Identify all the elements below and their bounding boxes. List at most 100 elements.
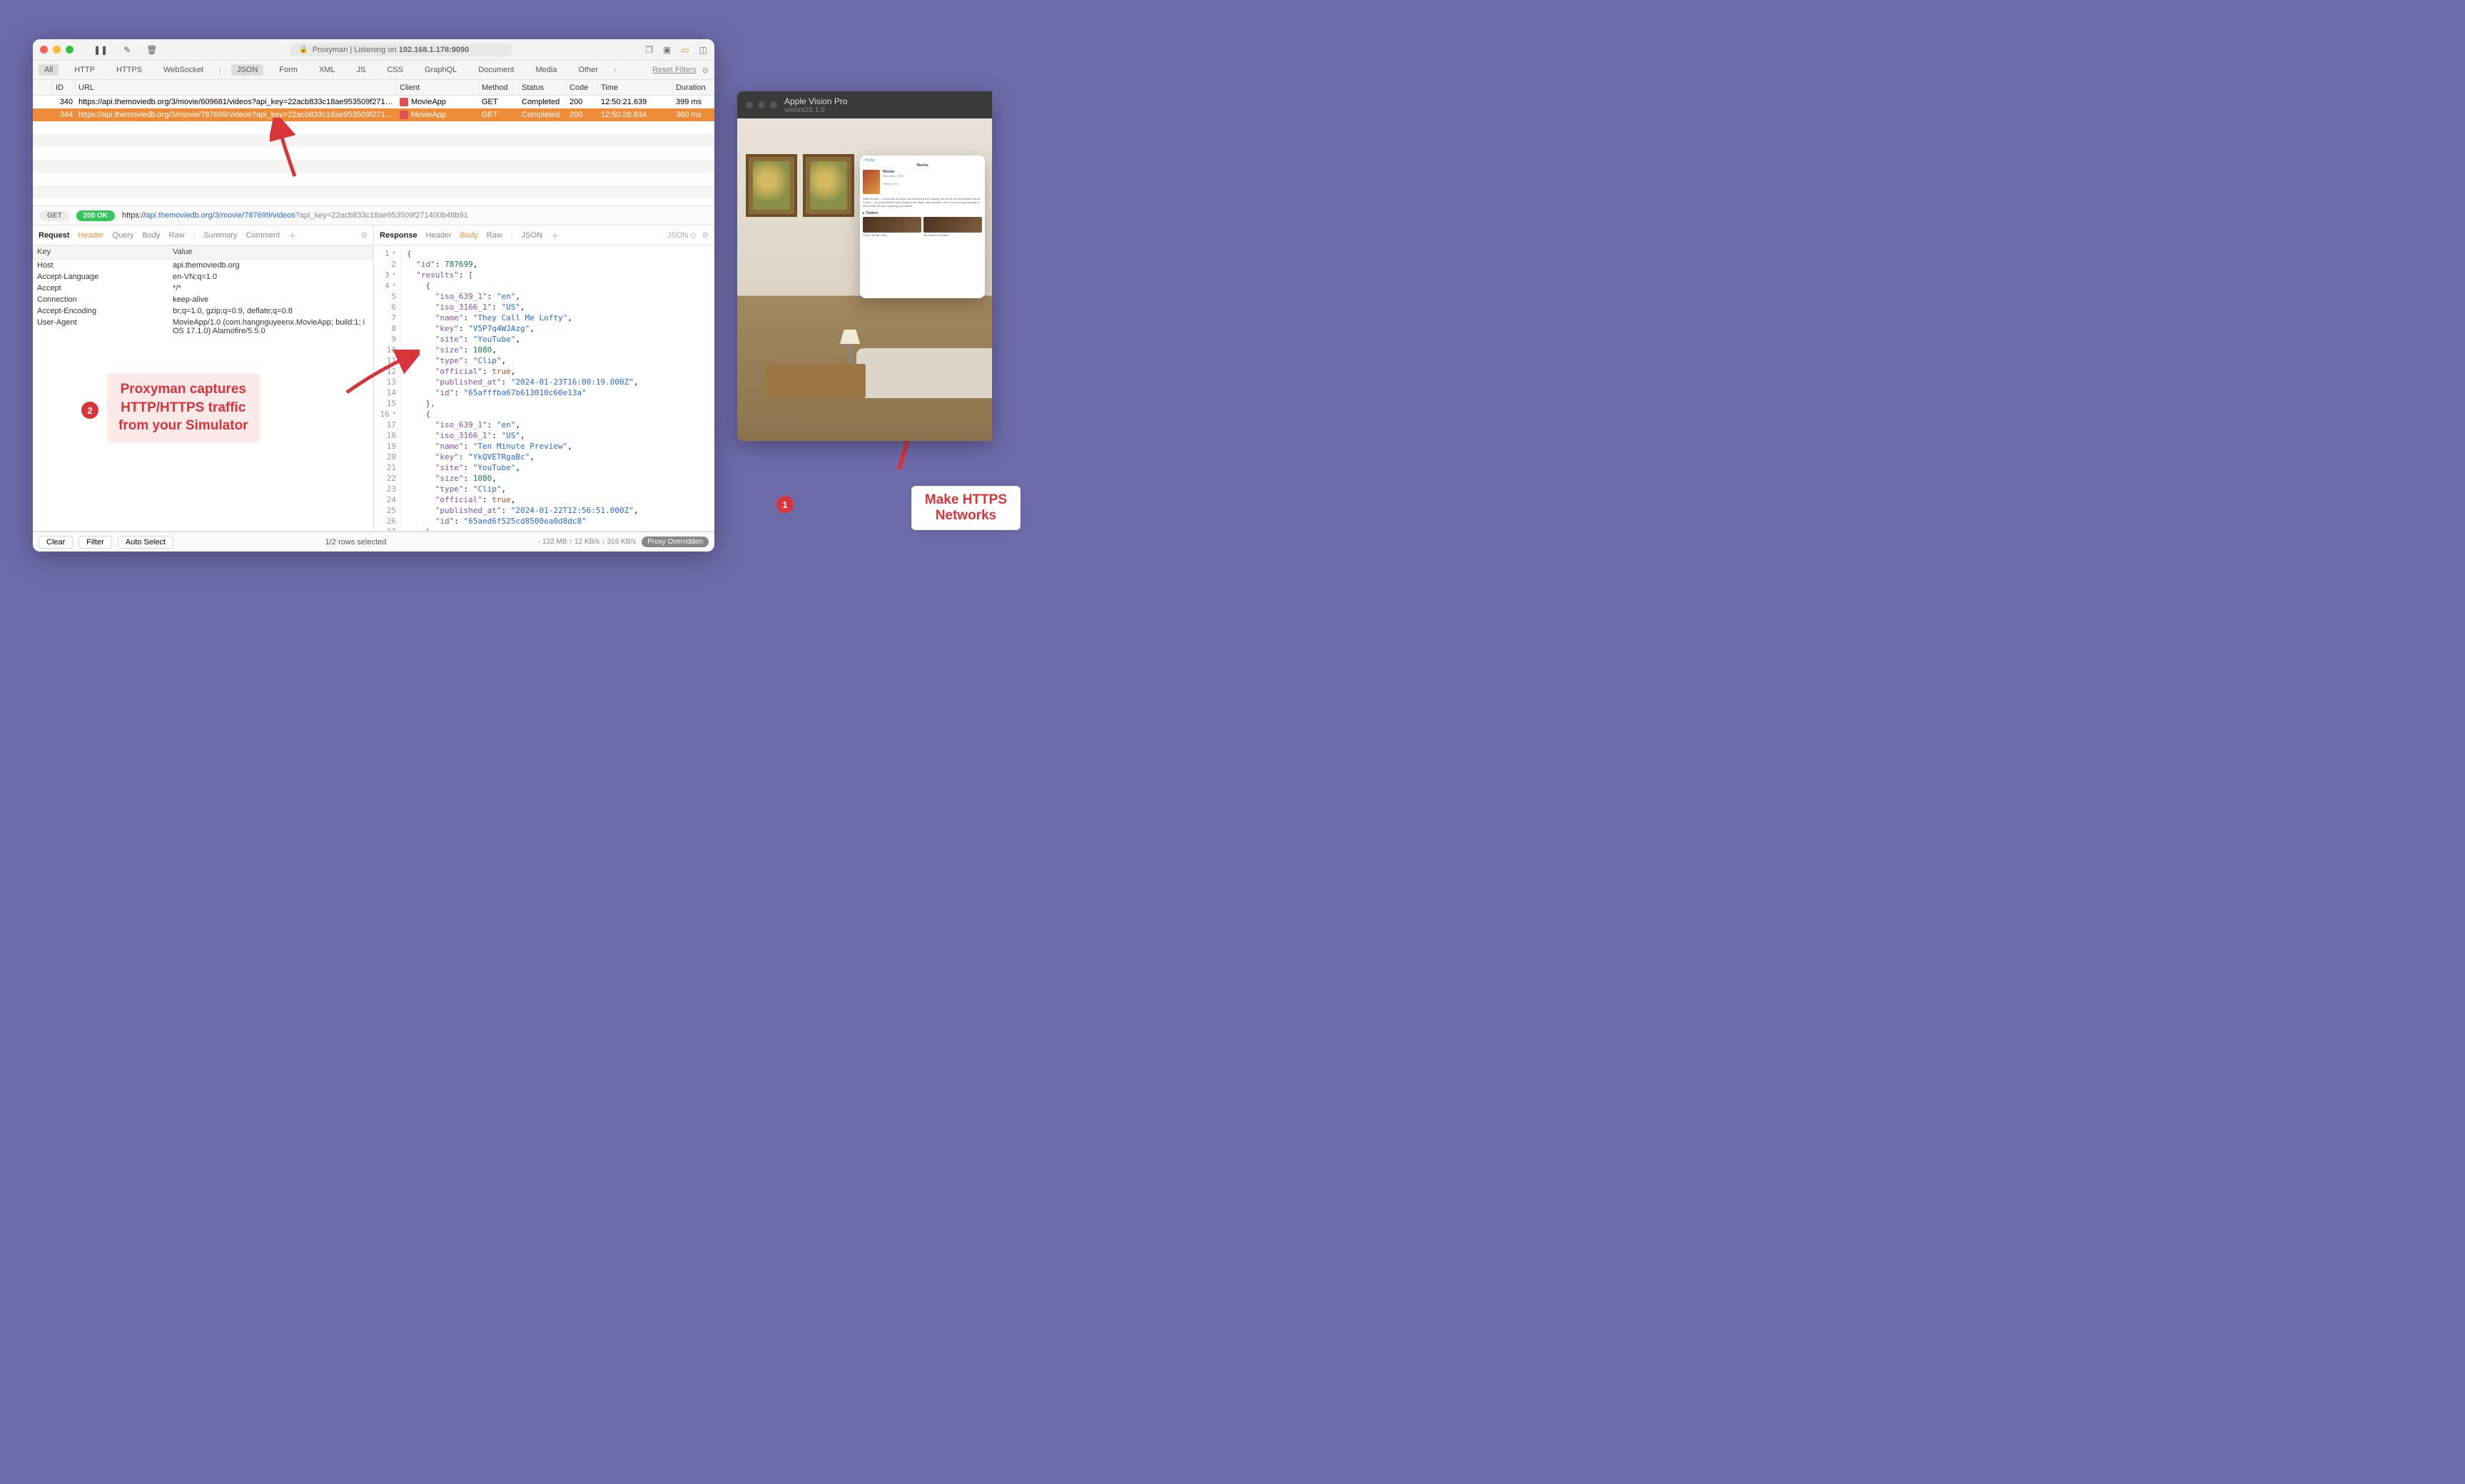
filter-https[interactable]: HTTPS: [111, 64, 148, 76]
filter-graphql[interactable]: GraphQL: [419, 64, 462, 76]
tab-summary[interactable]: Summary: [203, 231, 237, 240]
code-line: "size": 1080,: [407, 473, 639, 484]
gutter-line: 2: [374, 259, 396, 270]
header-row: Hostapi.themoviedb.org: [33, 260, 373, 271]
close-window-icon[interactable]: [40, 46, 48, 54]
code-line: "iso_639_1": "en",: [407, 420, 639, 430]
tab-query[interactable]: Query: [112, 231, 133, 240]
cell-id: 340: [53, 98, 76, 106]
code-line: "type": "Clip",: [407, 355, 639, 366]
settings-icon[interactable]: ⊝: [702, 66, 709, 75]
add-tab-icon[interactable]: ＋: [288, 230, 296, 241]
gutter-line: 7: [374, 312, 396, 323]
trailer-thumb[interactable]: [863, 217, 921, 233]
trailer-thumb[interactable]: [923, 217, 982, 233]
col-method[interactable]: Method: [479, 80, 519, 95]
app-icon: [400, 111, 408, 119]
panel-menu-icon[interactable]: ⊝: [702, 230, 709, 240]
tab-json[interactable]: JSON: [522, 231, 542, 240]
filter-js[interactable]: JS: [351, 64, 372, 76]
filter-xml[interactable]: XML: [313, 64, 341, 76]
gutter-line: 3▾: [374, 270, 396, 280]
gutter-line: 24: [374, 494, 396, 505]
fold-icon[interactable]: ▾: [393, 280, 396, 291]
gutter-line: 15: [374, 398, 396, 409]
kv-value-header: Value: [168, 245, 373, 259]
zoom-window-icon[interactable]: [66, 46, 74, 54]
back-button[interactable]: ‹ Home: [863, 158, 982, 163]
header-value: api.themoviedb.org: [168, 260, 373, 271]
table-row[interactable]: 344 https://api.themoviedb.org/3/movie/7…: [33, 108, 714, 121]
gutter-line: 16▾: [374, 409, 396, 420]
col-time[interactable]: Time: [598, 80, 673, 95]
filter-json[interactable]: JSON: [231, 64, 263, 76]
layout-horizontal-icon[interactable]: ▭: [681, 45, 689, 55]
code-line: "id": "65afffba67b613010c60e13a": [407, 387, 639, 398]
minimize-window-icon[interactable]: [53, 46, 61, 54]
cell-duration: 399 ms: [673, 98, 714, 106]
code-line: "name": "They Call Me Lofty",: [407, 312, 639, 323]
layout-split-icon[interactable]: ◫: [699, 45, 707, 55]
tab-header[interactable]: Header: [426, 231, 452, 240]
reset-filters[interactable]: Reset Filters: [652, 66, 697, 74]
proxy-status-pill[interactable]: Proxy Overridden: [642, 537, 709, 547]
header-key: Accept-Encoding: [33, 305, 168, 317]
movie-card[interactable]: ‹ Home Wonka Wonka December, 2023 Rating…: [860, 156, 985, 298]
fold-icon[interactable]: ▾: [393, 248, 396, 259]
tab-body[interactable]: Body: [460, 231, 478, 240]
filter-button[interactable]: Filter: [79, 536, 111, 549]
table-row[interactable]: 340 https://api.themoviedb.org/3/movie/6…: [33, 96, 714, 108]
filter-form[interactable]: Form: [273, 64, 303, 76]
url-bar: GET 200 OK https://api.themoviedb.org/3/…: [33, 205, 714, 225]
filter-http[interactable]: HTTP: [69, 64, 101, 76]
address-bar[interactable]: 🔒 Proxyman | Listening on 192.168.1.178:…: [290, 44, 512, 56]
col-duration[interactable]: Duration: [673, 80, 714, 95]
format-selector[interactable]: JSON ◇: [667, 230, 697, 240]
compose-icon[interactable]: ✎: [123, 45, 131, 55]
col-code[interactable]: Code: [567, 80, 598, 95]
trailer-thumbnails: [863, 217, 982, 233]
gutter-line: 23: [374, 484, 396, 494]
dot-icon[interactable]: [758, 101, 765, 108]
col-id[interactable]: ID: [53, 80, 76, 95]
windows-icon[interactable]: ❐: [645, 45, 653, 55]
gutter-line: 22: [374, 473, 396, 484]
code-line: "site": "YouTube",: [407, 462, 639, 473]
trash-icon[interactable]: 🗑: [146, 45, 157, 55]
filter-document[interactable]: Document: [472, 64, 520, 76]
filter-websocket[interactable]: WebSocket: [158, 64, 209, 76]
tab-comment[interactable]: Comment: [246, 231, 280, 240]
filter-css[interactable]: CSS: [381, 64, 409, 76]
dot-icon[interactable]: [746, 101, 753, 108]
fold-icon[interactable]: ▾: [393, 409, 396, 420]
tab-raw[interactable]: Raw: [487, 231, 502, 240]
titlebar: ❚❚ ✎ 🗑 🔒 Proxyman | Listening on 192.168…: [33, 39, 714, 61]
window-controls: [40, 46, 74, 54]
tab-header[interactable]: Header: [78, 231, 103, 240]
tab-body[interactable]: Body: [142, 231, 160, 240]
col-client[interactable]: Client: [397, 80, 479, 95]
filter-other[interactable]: Other: [572, 64, 604, 76]
annotation-text-1: Make HTTPS Networks: [911, 486, 1021, 530]
json-viewer[interactable]: 1▾23▾4▾5678910111213141516▾1718192021222…: [374, 245, 714, 531]
add-tab-icon[interactable]: ＋: [551, 230, 559, 241]
separator: |: [511, 231, 513, 240]
movie-title: Wonka: [863, 163, 982, 168]
dot-icon[interactable]: [770, 101, 777, 108]
clear-button[interactable]: Clear: [39, 536, 73, 549]
picture-frame: [746, 154, 797, 217]
auto-select-button[interactable]: Auto Select: [118, 536, 173, 549]
tab-raw[interactable]: Raw: [169, 231, 185, 240]
filter-all[interactable]: All: [39, 64, 59, 76]
pause-icon[interactable]: ❚❚: [93, 45, 108, 55]
panels-icon[interactable]: ▣: [663, 45, 671, 55]
panel-menu-icon[interactable]: ⊝: [361, 230, 368, 240]
filter-media[interactable]: Media: [530, 64, 562, 76]
col-status[interactable]: Status: [519, 80, 567, 95]
annotation-badge-2: 2: [81, 402, 98, 419]
toolbar-right: ❐ ▣ ▭ ◫: [645, 45, 707, 55]
more-filters-icon[interactable]: ›: [614, 66, 617, 74]
filter-bar: All HTTP HTTPS WebSocket | JSON Form XML…: [33, 61, 714, 80]
col-url[interactable]: URL: [76, 80, 397, 95]
fold-icon[interactable]: ▾: [393, 270, 396, 280]
